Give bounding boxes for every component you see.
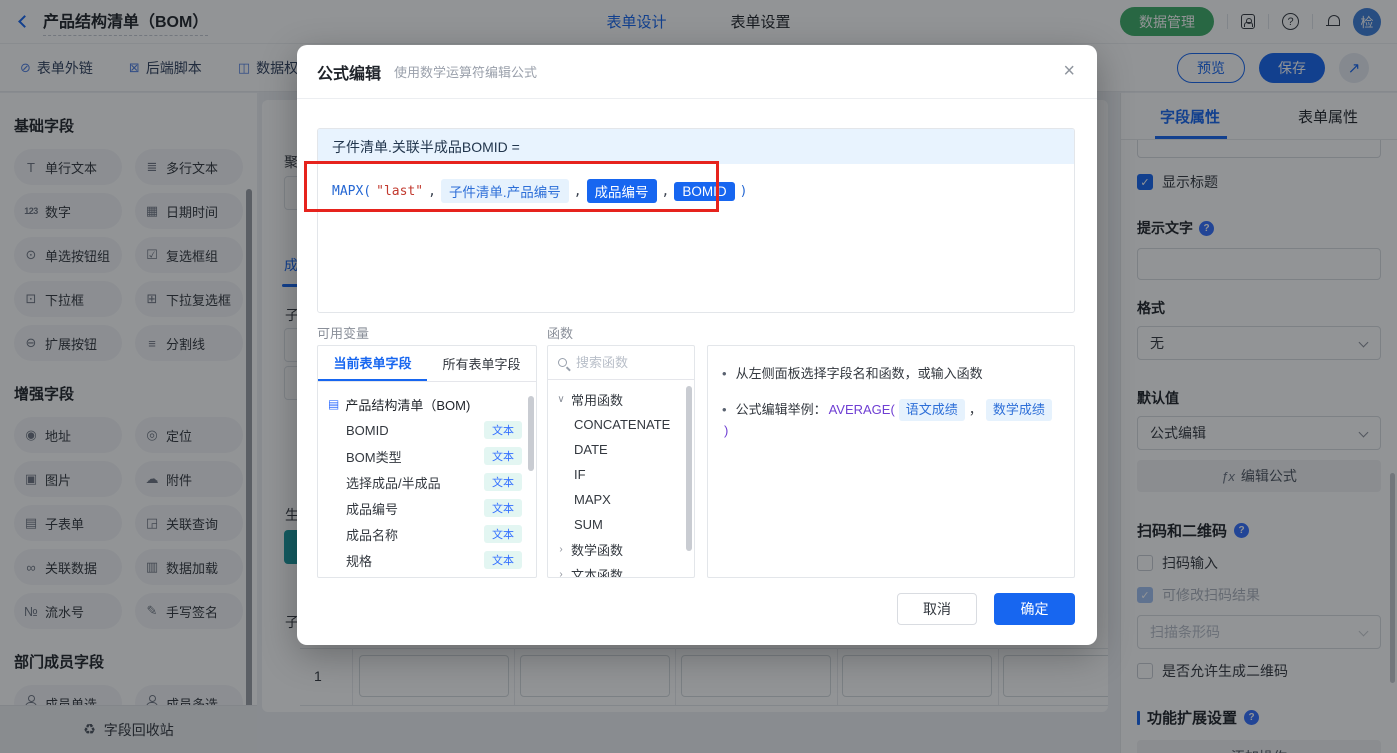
cancel-button[interactable]: 取消: [897, 593, 977, 625]
formula-field-token-selected[interactable]: BOMID: [674, 182, 734, 201]
variables-panel: 当前表单字段 所有表单字段 ▤ 产品结构清单（BOM) BOMID文本 BOM类…: [317, 345, 537, 578]
variable-field-row[interactable]: 成品编号文本: [318, 495, 536, 521]
function-item[interactable]: IF: [548, 462, 694, 487]
variable-field-row[interactable]: 文本: [318, 573, 536, 578]
formula-field-token-selected[interactable]: 成品编号: [587, 179, 657, 203]
variable-field-row[interactable]: BOMID文本: [318, 417, 536, 443]
functions-panel-label: 函数: [547, 323, 573, 342]
formula-close-paren: ): [740, 184, 748, 199]
form-doc-icon: ▤: [328, 397, 339, 411]
modal-header: 公式编辑 使用数学运算符编辑公式 ×: [297, 45, 1097, 99]
function-item[interactable]: MAPX: [548, 487, 694, 512]
formula-expression: MAPX( "last" , 子件清单.产品编号 , 成品编号 , BOMID …: [318, 164, 1074, 218]
modal-title: 公式编辑: [317, 60, 381, 84]
function-item[interactable]: DATE: [548, 437, 694, 462]
help-line-2: • 公式编辑举例： AVERAGE( 语文成绩 ， 数学成绩 ): [722, 399, 1060, 441]
formula-field-token[interactable]: 子件清单.产品编号: [441, 179, 569, 203]
help-line-1: • 从左侧面板选择字段名和函数，或输入函数: [722, 364, 1060, 384]
chevron-collapsed-icon: ›: [556, 569, 566, 578]
variable-field-row[interactable]: 选择成品/半成品文本: [318, 469, 536, 495]
formula-function-name: MAPX(: [332, 184, 371, 199]
chevron-expanded-icon: ∨: [556, 394, 566, 405]
variables-tree-root[interactable]: ▤ 产品结构清单（BOM): [318, 391, 536, 417]
variable-field-row[interactable]: 成品名称文本: [318, 521, 536, 547]
help-function-name: AVERAGE(: [829, 400, 895, 420]
field-type-tag: 文本: [484, 525, 522, 543]
chevron-collapsed-icon: ›: [556, 544, 566, 555]
function-group-math[interactable]: › 数学函数: [548, 537, 694, 562]
variables-scrollbar[interactable]: [528, 396, 534, 471]
function-search-row: [548, 346, 694, 380]
formula-target-strip: 子件清单.关联半成品BOMID =: [318, 129, 1074, 164]
help-field-token: 数学成绩: [986, 399, 1052, 421]
formula-string-arg: "last": [376, 184, 423, 199]
tab-current-form-fields[interactable]: 当前表单字段: [318, 346, 427, 381]
field-type-tag: 文本: [484, 473, 522, 491]
function-search-input[interactable]: [574, 354, 666, 371]
search-icon: [558, 358, 567, 367]
function-item[interactable]: CONCATENATE: [548, 412, 694, 437]
functions-panel: ∨ 常用函数 CONCATENATE DATE IF MAPX SUM › 数学…: [547, 345, 695, 578]
field-type-tag: 文本: [484, 499, 522, 517]
formula-editor-modal: 公式编辑 使用数学运算符编辑公式 × 子件清单.关联半成品BOMID = MAP…: [297, 45, 1097, 645]
formula-help-panel: • 从左侧面板选择字段名和函数，或输入函数 • 公式编辑举例： AVERAGE(…: [707, 345, 1075, 578]
field-type-tag: 文本: [484, 577, 522, 578]
field-type-tag: 文本: [484, 551, 522, 569]
close-icon[interactable]: ×: [1063, 61, 1075, 81]
field-type-tag: 文本: [484, 447, 522, 465]
function-group-text[interactable]: › 文本函数: [548, 562, 694, 578]
function-group-common[interactable]: ∨ 常用函数: [548, 387, 694, 412]
help-field-token: 语文成绩: [899, 399, 965, 421]
app-root: 产品结构清单（BOM） 表单设计 表单设置 数据管理 检 ⊘ 表单外链 ⊠ 后端…: [0, 0, 1397, 753]
modal-subtitle: 使用数学运算符编辑公式: [394, 62, 537, 81]
confirm-button[interactable]: 确定: [994, 593, 1075, 625]
formula-editor-box[interactable]: 子件清单.关联半成品BOMID = MAPX( "last" , 子件清单.产品…: [317, 128, 1075, 313]
tab-all-form-fields[interactable]: 所有表单字段: [427, 346, 536, 381]
variable-field-row[interactable]: BOM类型文本: [318, 443, 536, 469]
field-type-tag: 文本: [484, 421, 522, 439]
variables-panel-label: 可用变量: [317, 323, 369, 342]
variable-field-row[interactable]: 规格文本: [318, 547, 536, 573]
function-item[interactable]: SUM: [548, 512, 694, 537]
functions-scrollbar[interactable]: [686, 386, 692, 551]
